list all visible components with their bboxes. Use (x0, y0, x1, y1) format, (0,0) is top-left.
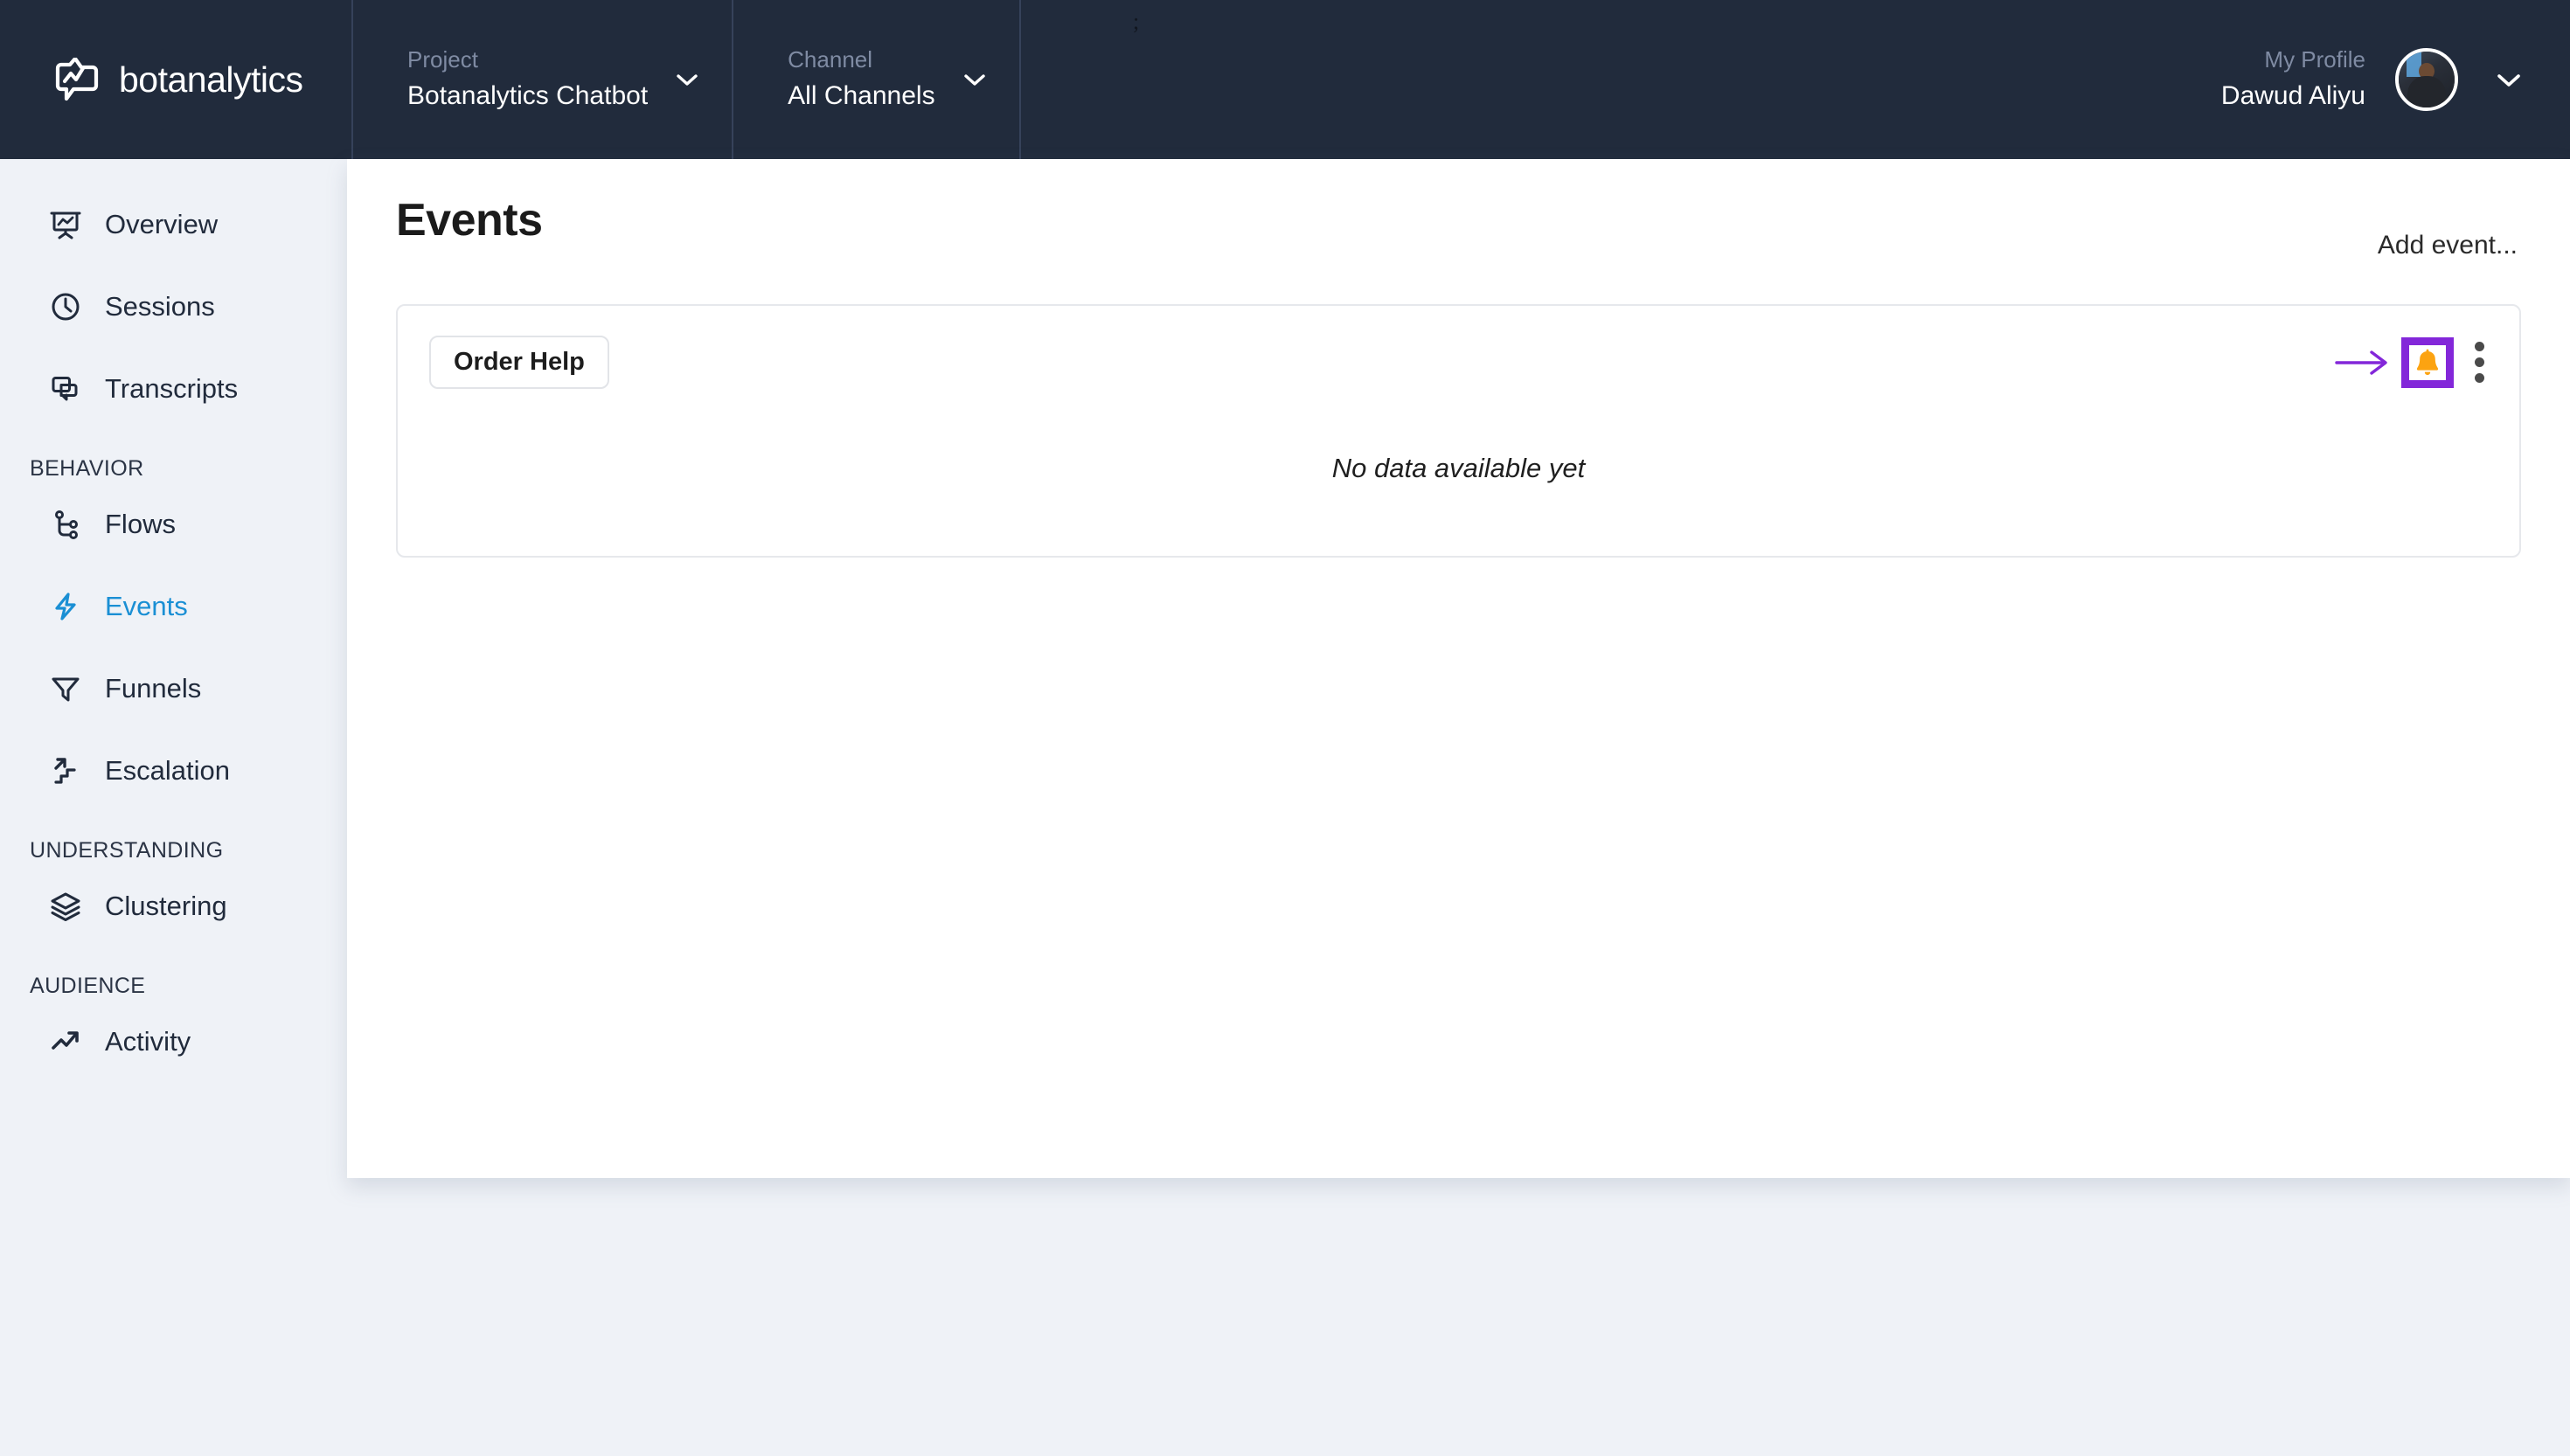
sidebar-item-activity[interactable]: Activity (0, 1015, 347, 1069)
sidebar-item-transcripts[interactable]: Transcripts (0, 362, 347, 416)
avatar[interactable] (2395, 48, 2458, 111)
header-tiny-mark: ; (1133, 9, 1140, 34)
sidebar-section-behavior-title: BEHAVIOR (30, 456, 144, 481)
sidebar-item-label: Sessions (105, 291, 215, 322)
add-event-link[interactable]: Add event... (2378, 231, 2518, 260)
profile-text: My Profile Dawud Aliyu (2221, 45, 2365, 114)
sidebar-item-escalation[interactable]: Escalation (0, 744, 347, 798)
empty-state-text: No data available yet (1331, 453, 1586, 483)
event-card-header: Order Help (398, 306, 2519, 389)
sidebar-item-events[interactable]: Events (0, 579, 347, 634)
event-card: Order Help No data available yet (396, 304, 2521, 558)
long-right-arrow-icon (2335, 347, 2389, 378)
sidebar-item-label: Overview (105, 209, 219, 239)
chevron-down-icon[interactable] (2497, 73, 2521, 87)
profile-label: My Profile (2264, 45, 2365, 73)
sidebar-item-flows[interactable]: Flows (0, 497, 347, 551)
main-panel: Events Add event... Order Help No data a… (347, 159, 2570, 1178)
profile-menu[interactable]: My Profile Dawud Aliyu (2221, 0, 2570, 159)
channel-selector[interactable]: Channel All Channels (733, 0, 1018, 159)
sidebar-item-label: Activity (105, 1026, 191, 1057)
event-card-actions (2335, 336, 2488, 388)
sidebar-section-audience-title: AUDIENCE (30, 974, 146, 998)
trending-up-arrow-icon (49, 1025, 82, 1058)
page-header: Events Add event... (347, 159, 2570, 260)
presentation-chart-icon (49, 208, 82, 241)
project-selector[interactable]: Project Botanalytics Chatbot (353, 0, 732, 159)
sidebar-top-group: Overview Sessions Transcripts (0, 159, 347, 416)
kebab-dot (2475, 357, 2484, 367)
lightning-bolt-icon (49, 590, 82, 623)
profile-name: Dawud Aliyu (2220, 80, 2365, 110)
bell-icon (2414, 349, 2441, 377)
sidebar-item-label: Escalation (105, 755, 231, 786)
sidebar-item-label: Transcripts (105, 373, 239, 404)
chevron-down-icon (676, 73, 698, 87)
channel-selector-value: All Channels (788, 80, 935, 110)
avatar-photo-body (2407, 76, 2446, 107)
sidebar-item-label: Events (105, 591, 188, 621)
sidebar-item-sessions[interactable]: Sessions (0, 280, 347, 334)
kebab-dot (2475, 373, 2484, 383)
brand-logo[interactable]: botanalytics (0, 0, 351, 159)
sidebar-item-label: Flows (105, 509, 176, 539)
escalation-stairs-arrow-icon (49, 754, 82, 787)
app-root: botanalytics Project Botanalytics Chatbo… (0, 0, 2570, 1456)
kebab-dot (2475, 342, 2484, 351)
project-selector-label: Project (407, 45, 478, 73)
funnel-icon (49, 672, 82, 705)
flow-branch-icon (49, 508, 82, 541)
header-spacer (1021, 0, 2221, 159)
chevron-down-icon (963, 73, 986, 87)
layers-icon (49, 890, 82, 923)
brand-name: botanalytics (119, 59, 303, 100)
clock-icon (49, 290, 82, 323)
channel-selector-label: Channel (788, 45, 873, 73)
sidebar-section-understanding-title: UNDERSTANDING (30, 838, 224, 863)
sidebar-item-label: Clustering (105, 891, 227, 921)
sidebar-item-label: Funnels (105, 673, 202, 704)
sidebar: Overview Sessions Transcripts BEHAVIOR F… (0, 159, 347, 1456)
speech-bubble-chart-icon (54, 56, 100, 101)
bell-highlight-box[interactable] (2401, 336, 2454, 388)
sidebar-item-overview[interactable]: Overview (0, 198, 347, 252)
top-header: botanalytics Project Botanalytics Chatbo… (0, 0, 2570, 159)
chat-bubbles-icon (49, 372, 82, 406)
sidebar-item-funnels[interactable]: Funnels (0, 662, 347, 716)
page-title: Events (396, 195, 543, 246)
event-tag-order-help[interactable]: Order Help (429, 336, 609, 389)
sidebar-item-clustering[interactable]: Clustering (0, 879, 347, 933)
project-selector-value: Botanalytics Chatbot (407, 80, 649, 110)
vertical-ellipsis-icon[interactable] (2471, 338, 2488, 386)
